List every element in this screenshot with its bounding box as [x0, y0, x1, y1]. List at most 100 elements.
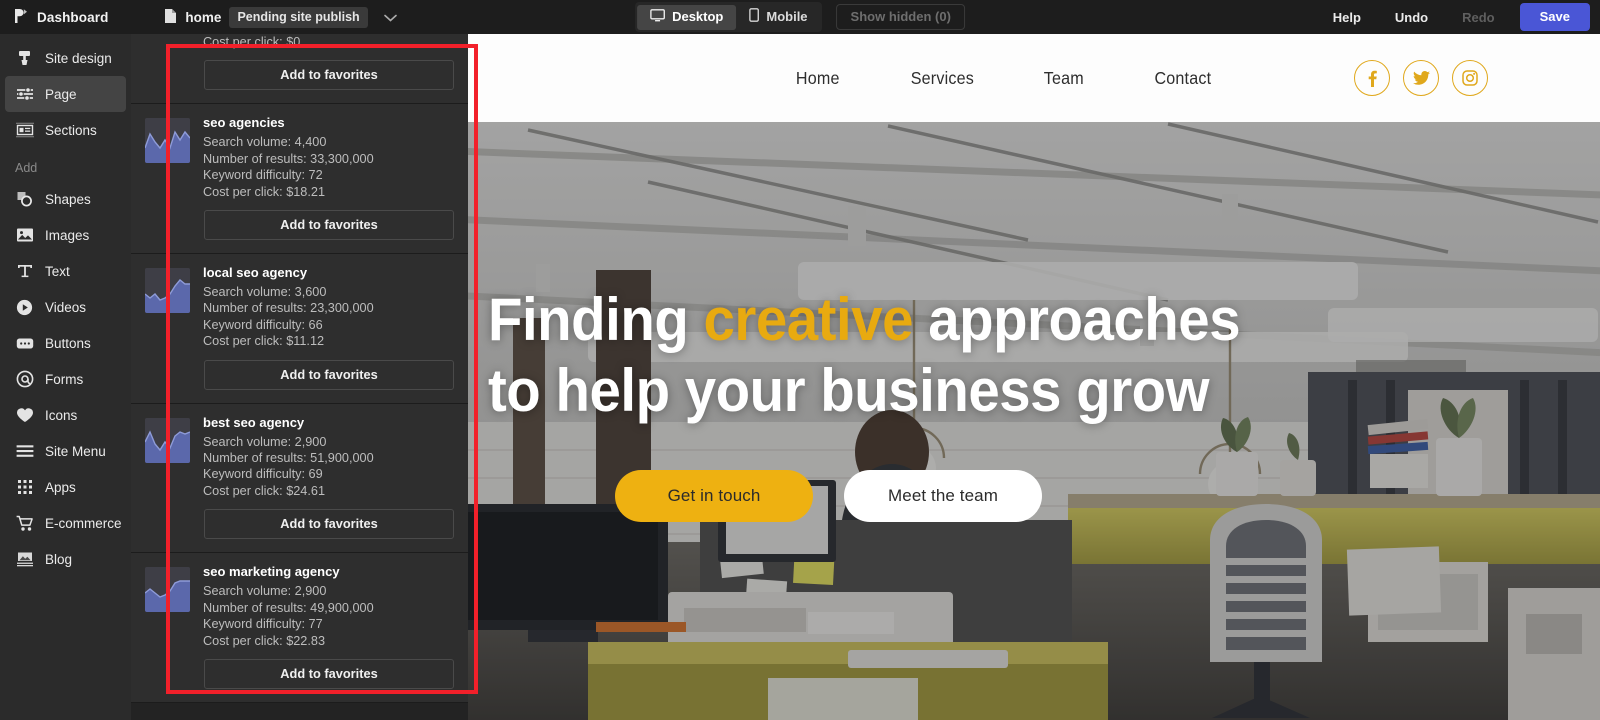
- sidebar-item-site-menu[interactable]: Site Menu: [5, 433, 126, 469]
- hero-section: Finding creative approaches to help your…: [468, 122, 1600, 720]
- keyword-results-count: Number of results: 49,900,000: [203, 600, 374, 615]
- keyword-difficulty: Keyword difficulty: 72: [203, 168, 323, 183]
- app-root: Dashboard home Pending site publish Desk…: [0, 0, 1600, 720]
- keyword-results-count: Number of results: 33,300,000: [203, 151, 374, 166]
- sidebar-item-ecommerce[interactable]: E-commerce: [5, 505, 126, 541]
- sidebar-label: Page: [45, 86, 77, 102]
- hero-headline-line2: to help your business grow: [488, 357, 1210, 424]
- keyword-search-volume: Search volume: 2,900: [203, 584, 327, 599]
- nav-link-home[interactable]: Home: [766, 68, 870, 89]
- sidebar-item-page[interactable]: Page: [5, 76, 126, 112]
- hero-headline-part2: approaches: [912, 286, 1241, 353]
- keyword-title: seo agencies: [203, 115, 285, 131]
- sidebar-item-sections[interactable]: Sections: [5, 112, 126, 148]
- nav-link-contact[interactable]: Contact: [1124, 68, 1242, 89]
- site-nav-links: Home Services Team Contact: [761, 68, 1247, 89]
- keyword-info: best seo agency Search volume: 2,900 Num…: [203, 415, 454, 500]
- publish-status-badge[interactable]: Pending site publish: [229, 6, 368, 28]
- facebook-icon[interactable]: [1354, 60, 1390, 96]
- desktop-icon: [650, 8, 665, 25]
- sidebar-item-site-design[interactable]: Site design: [5, 40, 126, 76]
- sidebar-item-apps[interactable]: Apps: [5, 469, 126, 505]
- site-preview-canvas[interactable]: Home Services Team Contact Finding creat…: [468, 34, 1600, 720]
- image-icon: [15, 226, 34, 245]
- page-file-icon: [164, 8, 177, 27]
- sidebar-label: Images: [45, 227, 90, 243]
- toolbar-right-group: Help Undo Redo Save: [1316, 0, 1600, 34]
- hero-headline: Finding creative approaches to help your…: [488, 284, 1533, 426]
- nav-link-team[interactable]: Team: [1014, 68, 1115, 89]
- undo-button[interactable]: Undo: [1378, 10, 1445, 25]
- sidebar-item-text[interactable]: Text: [5, 253, 126, 289]
- keyword-title: seo marketing agency: [203, 564, 340, 580]
- partial-cpc-label: Cost per click: $0: [203, 35, 301, 49]
- social-links: [1354, 60, 1488, 96]
- sidebar-item-icons[interactable]: Icons: [5, 397, 126, 433]
- save-button[interactable]: Save: [1519, 3, 1590, 31]
- sidebar-label: Forms: [45, 371, 84, 387]
- sidebar-label: Site Menu: [45, 443, 106, 459]
- sidebar-item-videos[interactable]: Videos: [5, 289, 126, 325]
- keyword-results-count: Number of results: 51,900,000: [203, 451, 374, 466]
- help-button[interactable]: Help: [1316, 10, 1378, 25]
- keyword-info: seo marketing agency Search volume: 2,90…: [203, 564, 454, 649]
- sidebar-label: Text: [45, 263, 70, 279]
- keyword-card-body: seo agencies Search volume: 4,400 Number…: [145, 115, 454, 200]
- hero-headline-accent: creative: [703, 286, 914, 353]
- chevron-down-icon[interactable]: [383, 10, 397, 25]
- sidebar-label: Icons: [45, 407, 78, 423]
- page-breadcrumb[interactable]: home Pending site publish: [164, 6, 397, 28]
- add-to-favorites-button[interactable]: Add to favorites: [204, 60, 454, 91]
- keyword-cpc: Cost per click: $24.61: [203, 483, 325, 498]
- twitter-icon[interactable]: [1403, 60, 1439, 96]
- keyword-difficulty: Keyword difficulty: 77: [203, 617, 323, 632]
- tab-mobile[interactable]: Mobile: [736, 4, 820, 30]
- keyword-difficulty: Keyword difficulty: 69: [203, 467, 323, 482]
- keyword-card-body: local seo agency Search volume: 3,600 Nu…: [145, 265, 454, 350]
- sidebar-group-label: Add: [15, 161, 38, 175]
- keyword-card: seo agencies Search volume: 4,400 Number…: [131, 104, 468, 255]
- keyword-cpc: Cost per click: $22.83: [203, 633, 325, 648]
- keyword-results-panel[interactable]: Cost per click: $0 Add to favorites seo …: [131, 34, 468, 720]
- sidebar-item-images[interactable]: Images: [5, 217, 126, 253]
- sidebar-item-forms[interactable]: Forms: [5, 361, 126, 397]
- at-icon: [15, 370, 34, 389]
- instagram-icon[interactable]: [1452, 60, 1488, 96]
- left-sidebar: Site design Page Sections Add Shapes Ima…: [0, 34, 131, 720]
- redo-button[interactable]: Redo: [1445, 10, 1512, 25]
- sparkline-chart-icon: [145, 567, 190, 613]
- hero-headline-part1: Finding: [488, 286, 704, 353]
- add-to-favorites-button[interactable]: Add to favorites: [204, 359, 454, 390]
- keyword-search-volume: Search volume: 3,600: [203, 285, 327, 300]
- sidebar-label: Sections: [45, 122, 97, 138]
- dashboard-label: Dashboard: [37, 9, 109, 25]
- show-hidden-button[interactable]: Show hidden (0): [836, 4, 965, 30]
- site-navbar: Home Services Team Contact: [468, 34, 1600, 122]
- keyword-card-body: seo marketing agency Search volume: 2,90…: [145, 564, 454, 649]
- add-to-favorites-button[interactable]: Add to favorites: [204, 658, 454, 689]
- meet-the-team-button[interactable]: Meet the team: [844, 470, 1042, 522]
- add-to-favorites-button[interactable]: Add to favorites: [204, 509, 454, 540]
- page-name-label: home: [185, 9, 222, 25]
- sidebar-item-shapes[interactable]: Shapes: [5, 181, 126, 217]
- dashboard-button[interactable]: Dashboard: [14, 8, 108, 27]
- apps-grid-icon: [15, 478, 34, 497]
- keyword-title: local seo agency: [203, 265, 308, 281]
- tab-desktop[interactable]: Desktop: [637, 4, 737, 30]
- sidebar-label: Videos: [45, 299, 87, 315]
- sparkline-chart-icon: [145, 417, 190, 463]
- get-in-touch-button[interactable]: Get in touch: [615, 470, 813, 522]
- keyword-card: local seo agency Search volume: 3,600 Nu…: [131, 254, 468, 404]
- sections-icon: [15, 121, 34, 140]
- add-to-favorites-button[interactable]: Add to favorites: [204, 210, 454, 241]
- sidebar-item-blog[interactable]: Blog: [5, 541, 126, 577]
- sparkline-chart-icon: [145, 118, 190, 164]
- dashboard-logo-icon: [14, 8, 28, 27]
- toolbar-left-group: Dashboard home Pending site publish: [0, 6, 397, 28]
- sidebar-item-buttons[interactable]: Buttons: [5, 325, 126, 361]
- menu-icon: [15, 442, 34, 461]
- viewport-segmented-control: Desktop Mobile: [635, 2, 823, 32]
- hero-cta-group: Get in touch Meet the team: [615, 470, 1600, 522]
- sliders-icon: [15, 85, 34, 104]
- nav-link-services[interactable]: Services: [880, 68, 1004, 89]
